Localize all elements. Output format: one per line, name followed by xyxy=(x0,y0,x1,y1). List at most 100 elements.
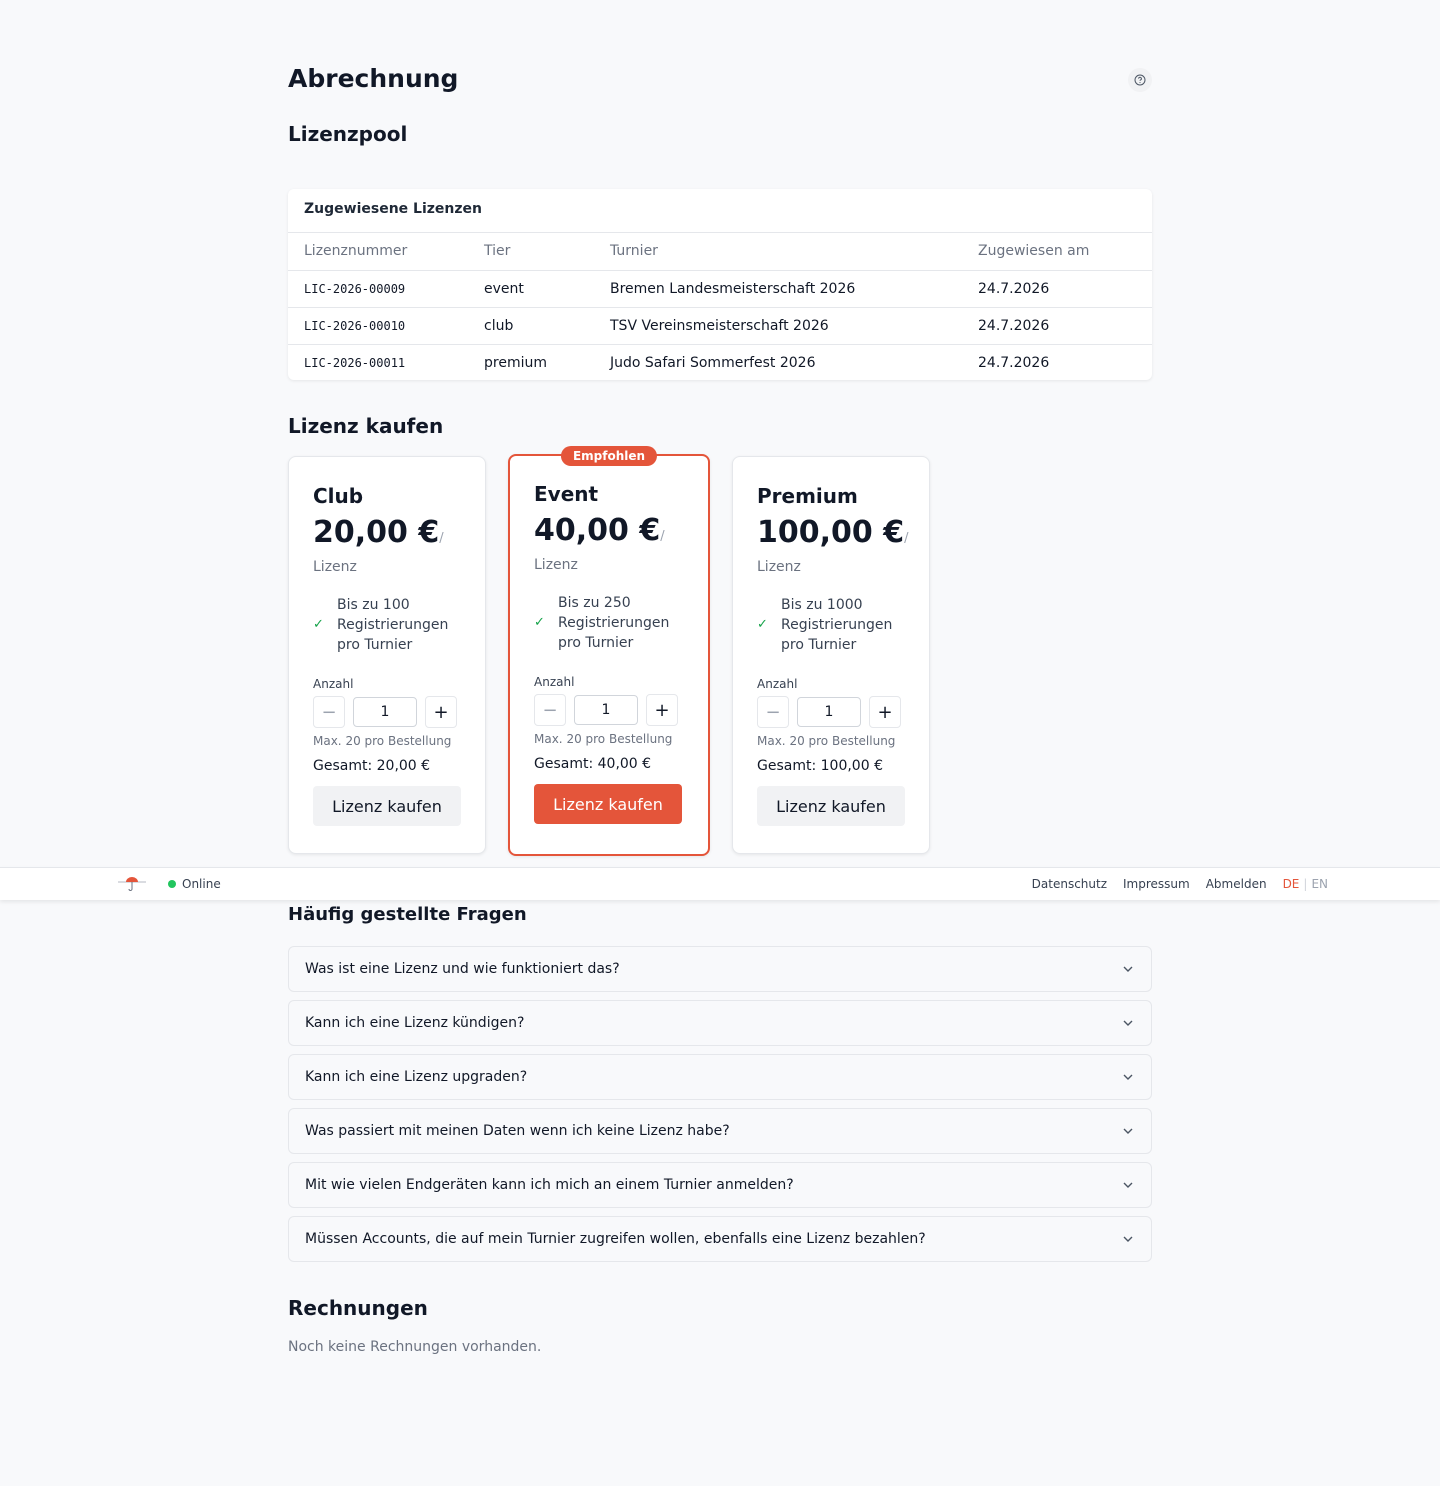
plan-card-event: Empfohlen Event 40,00 €/ Lizenz ✓ Bis zu … xyxy=(508,446,710,856)
faq-question: Kann ich eine Lizenz upgraden? xyxy=(305,1069,528,1085)
quantity-input[interactable] xyxy=(797,697,861,727)
faq-question: Was ist eine Lizenz und wie funktioniert… xyxy=(305,961,620,977)
buy-license-button[interactable]: Lizenz kaufen xyxy=(534,784,682,824)
license-pool-title: Lizenzpool xyxy=(288,122,408,146)
license-tournament: Bremen Landesmeisterschaft 2026 xyxy=(594,270,962,308)
status-label: Online xyxy=(182,877,221,891)
plan-price: 20,00 €/ xyxy=(313,515,444,550)
plan-total: Gesamt: 20,00 € xyxy=(313,758,431,774)
faq-item[interactable]: Was passiert mit meinen Daten wenn ich k… xyxy=(288,1108,1152,1154)
chevron-down-icon xyxy=(1123,1182,1133,1188)
recommended-badge: Empfohlen xyxy=(560,446,658,466)
faq-item[interactable]: Kann ich eine Lizenz upgraden? xyxy=(288,1054,1152,1100)
buy-license-title: Lizenz kaufen xyxy=(288,414,444,438)
assigned-licenses-card: Zugewiesene Lizenzen Lizenznummer Tier T… xyxy=(288,189,1152,380)
license-tournament: TSV Vereinsmeisterschaft 2026 xyxy=(594,307,962,345)
increment-button[interactable]: + xyxy=(646,694,678,726)
plan-name: Premium xyxy=(757,484,858,508)
status-dot xyxy=(168,880,176,888)
quantity-label: Anzahl xyxy=(534,675,575,689)
plan-feature: ✓ Bis zu 1000 Registrierungen pro Turnier xyxy=(757,597,893,653)
buy-license-button[interactable]: Lizenz kaufen xyxy=(757,786,905,826)
license-tier: club xyxy=(468,307,594,345)
quantity-hint: Max. 20 pro Bestellung xyxy=(313,734,452,748)
language-de[interactable]: DE xyxy=(1283,877,1300,891)
check-icon: ✓ xyxy=(313,617,324,632)
invoices-empty-text: Noch keine Rechnungen vorhanden. xyxy=(288,1339,542,1355)
privacy-link[interactable]: Datenschutz xyxy=(1032,877,1107,891)
logout-link[interactable]: Abmelden xyxy=(1206,877,1267,891)
license-tournament: Judo Safari Sommerfest 2026 xyxy=(610,354,816,371)
app-logo xyxy=(118,877,146,891)
buy-license-button[interactable]: Lizenz kaufen xyxy=(313,786,461,826)
quantity-label: Anzahl xyxy=(757,677,798,691)
invoices-title: Rechnungen xyxy=(288,1296,428,1320)
chevron-down-icon xyxy=(1123,1020,1133,1026)
column-header: Tier xyxy=(468,233,594,271)
plan-name: Event xyxy=(534,482,599,506)
quantity-hint: Max. 20 pro Bestellung xyxy=(534,732,673,746)
license-assigned-date: 24.7.2026 xyxy=(962,307,1152,345)
quantity-input[interactable] xyxy=(353,697,417,727)
faq-question: Kann ich eine Lizenz kündigen? xyxy=(305,1015,525,1031)
assigned-licenses-title: Zugewiesene Lizenzen xyxy=(288,189,1152,233)
table-row: LIC-2026-00011 premium Judo Safari Somme… xyxy=(288,344,1152,380)
faq-item[interactable]: Was ist eine Lizenz und wie funktioniert… xyxy=(288,946,1152,992)
status-footer: Online Datenschutz Impressum Abmelden DE… xyxy=(0,867,1440,900)
decrement-button[interactable]: − xyxy=(313,696,345,728)
quantity-stepper: − + xyxy=(534,694,684,726)
imprint-link[interactable]: Impressum xyxy=(1123,877,1190,891)
faq-item[interactable]: Mit wie vielen Endgeräten kann ich mich … xyxy=(288,1162,1152,1208)
language-separator: | xyxy=(1303,877,1308,891)
faq-item[interactable]: Kann ich eine Lizenz kündigen? xyxy=(288,1000,1152,1046)
table-row: LIC-2026-00009 event Bremen Landesmeiste… xyxy=(288,270,1152,308)
plan-feature: ✓ Bis zu 100 Registrierungen pro Turnier xyxy=(313,597,449,653)
column-header: Zugewiesen am xyxy=(962,233,1152,271)
decrement-button[interactable]: − xyxy=(534,694,566,726)
language-en[interactable]: EN xyxy=(1311,877,1328,891)
license-assigned-date: 24.7.2026 xyxy=(978,354,1050,371)
plan-name: Club xyxy=(313,484,364,508)
page-title: Abrechnung xyxy=(288,64,459,93)
licenses-table: Lizenznummer Tier Turnier Zugewiesen am … xyxy=(288,233,1152,380)
plan-total: Gesamt: 40,00 € xyxy=(534,756,652,772)
quantity-input[interactable] xyxy=(574,695,638,725)
online-status: Online xyxy=(168,877,221,891)
license-number: LIC-2026-00009 xyxy=(288,270,468,308)
faq-question: Mit wie vielen Endgeräten kann ich mich … xyxy=(305,1177,794,1193)
license-assigned-date: 24.7.2026 xyxy=(962,270,1152,308)
faq-question: Was passiert mit meinen Daten wenn ich k… xyxy=(305,1123,730,1139)
chevron-down-icon xyxy=(1123,1074,1133,1080)
plan-feature: ✓ Bis zu 250 Registrierungen pro Turnier xyxy=(534,595,670,651)
increment-button[interactable]: + xyxy=(869,696,901,728)
faq-title: Häufig gestellte Fragen xyxy=(288,904,527,925)
table-row: LIC-2026-00010 club TSV Vereinsmeistersc… xyxy=(288,307,1152,345)
plan-total: Gesamt: 100,00 € xyxy=(757,758,883,774)
decrement-button[interactable]: − xyxy=(757,696,789,728)
plan-card-premium: Premium 100,00 €/ Lizenz ✓ Bis zu 1000 Re… xyxy=(732,456,930,854)
column-header: Turnier xyxy=(594,233,962,271)
help-icon xyxy=(1134,74,1146,86)
increment-button[interactable]: + xyxy=(425,696,457,728)
column-header: Lizenznummer xyxy=(288,233,468,271)
chevron-down-icon xyxy=(1123,1236,1133,1242)
plan-unit: Lizenz xyxy=(313,559,357,575)
plan-unit: Lizenz xyxy=(534,557,578,573)
chevron-down-icon xyxy=(1123,966,1133,972)
help-button[interactable] xyxy=(1128,68,1152,92)
license-tier: event xyxy=(468,270,594,308)
plan-card-club: Club 20,00 €/ Lizenz ✓ Bis zu 100 Registr… xyxy=(288,456,486,854)
check-icon: ✓ xyxy=(534,615,545,630)
faq-item[interactable]: Müssen Accounts, die auf mein Turnier zu… xyxy=(288,1216,1152,1262)
chevron-down-icon xyxy=(1123,1128,1133,1134)
quantity-hint: Max. 20 pro Bestellung xyxy=(757,734,896,748)
plan-price: 100,00 €/ xyxy=(757,515,909,550)
check-icon: ✓ xyxy=(757,617,768,632)
faq-question: Müssen Accounts, die auf mein Turnier zu… xyxy=(305,1231,926,1247)
plan-price: 40,00 €/ xyxy=(534,513,665,548)
quantity-stepper: − + xyxy=(757,696,905,728)
quantity-label: Anzahl xyxy=(313,677,354,691)
footer-links: Datenschutz Impressum Abmelden DE | EN xyxy=(1016,877,1328,891)
quantity-stepper: − + xyxy=(313,696,461,728)
table-header-row: Lizenznummer Tier Turnier Zugewiesen am xyxy=(288,233,1152,271)
